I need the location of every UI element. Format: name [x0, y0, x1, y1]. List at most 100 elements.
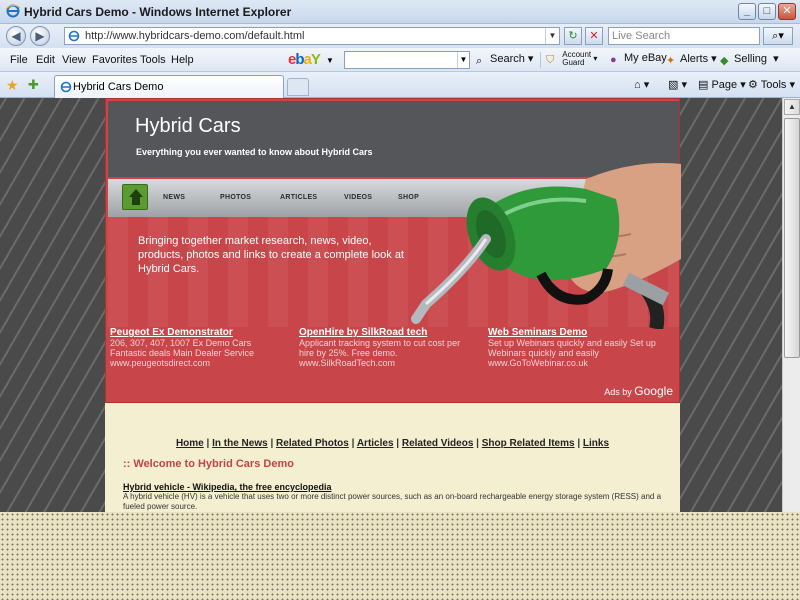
live-search-button[interactable]: ⌕▾ — [763, 27, 793, 45]
menu-favorites[interactable]: Favorites — [92, 54, 137, 66]
google-label: Google — [634, 384, 673, 398]
close-button[interactable]: ✕ — [778, 3, 796, 20]
page-menu-button[interactable]: ▤ Page ▾ — [698, 78, 746, 91]
nav-photos[interactable]: PHOTOS — [220, 194, 251, 201]
tab-label: Hybrid Cars Demo — [73, 81, 164, 93]
account-guard-button[interactable]: ⛉ Account Guard ▾ — [546, 51, 597, 67]
minimize-button[interactable]: _ — [738, 3, 756, 20]
tag-icon: ◆ — [720, 55, 729, 67]
ads-by-label: Ads by — [604, 387, 632, 397]
account-guard-label: Account Guard — [562, 50, 592, 67]
ad-title[interactable]: OpenHire by SilkRoad tech — [299, 327, 484, 338]
menu-file[interactable]: File — [10, 54, 28, 66]
back-button[interactable]: ◀ — [6, 26, 26, 46]
ebay-search-input[interactable]: ▼ — [344, 51, 470, 69]
gear-icon: ⚙ — [748, 79, 758, 91]
tab-bar: ★ ✚ Hybrid Cars Demo ⌂ ▾ ▧ ▾ ▤ Page ▾ ⚙ … — [0, 72, 800, 98]
link-home[interactable]: Home — [176, 438, 204, 449]
welcome-heading: :: Welcome to Hybrid Cars Demo — [123, 458, 294, 470]
selling-label: Selling — [734, 53, 768, 65]
link-shop-related-items[interactable]: Shop Related Items — [482, 438, 575, 449]
home-icon: ⌂ — [634, 79, 641, 91]
site-links-row: Home | In the News | Related Photos | Ar… — [175, 438, 610, 449]
forward-button[interactable]: ▶ — [30, 26, 50, 46]
feeds-button[interactable]: ▧ ▾ — [668, 78, 687, 91]
nav-articles[interactable]: ARTICLES — [280, 194, 317, 201]
dithered-overlay — [0, 512, 800, 600]
magnifier-icon: ⌕ — [476, 55, 483, 67]
article-title-link[interactable]: Hybrid vehicle - Wikipedia, the free enc… — [123, 482, 332, 492]
link-in-the-news[interactable]: In the News — [212, 438, 268, 449]
selling-button[interactable]: ◆ Selling ▾ — [720, 52, 779, 68]
stop-button[interactable]: ✕ — [585, 27, 603, 45]
toolbar-divider — [540, 52, 541, 68]
internet-explorer-icon — [6, 4, 20, 18]
maximize-button[interactable]: □ — [758, 3, 776, 20]
ad-text: Webinars quickly and easily — [488, 348, 599, 358]
tab-favicon-icon — [60, 81, 72, 93]
link-links[interactable]: Links — [583, 438, 609, 449]
alert-icon: ✦ — [666, 55, 676, 67]
refresh-icon: ↻ — [568, 30, 578, 42]
menu-tools[interactable]: Tools — [140, 54, 166, 66]
shield-icon: ⛉ — [546, 54, 555, 67]
fuel-pump-nozzle-icon — [411, 163, 681, 329]
ad-text: Fantastic deals Main Dealer Service — [110, 348, 255, 358]
alerts-label: Alerts — [680, 53, 709, 65]
ad-openhire[interactable]: OpenHire by SilkRoad tech Applicant trac… — [299, 327, 484, 368]
ad-web-seminars[interactable]: Web Seminars Demo Set up Webinars quickl… — [488, 327, 673, 368]
ebay-dropdown-icon[interactable]: ▼ — [326, 56, 334, 65]
address-dropdown-icon[interactable]: ▼ — [545, 28, 559, 44]
live-search-input[interactable]: Live Search — [608, 27, 760, 45]
ebay-logo-icon[interactable]: ebaY — [288, 51, 321, 68]
window-title: Hybrid Cars Demo - Windows Internet Expl… — [24, 5, 292, 19]
page-icon: ▤ — [698, 79, 709, 91]
stop-icon: ✕ — [589, 30, 599, 42]
link-related-photos[interactable]: Related Photos — [276, 438, 349, 449]
article-text: A hybrid vehicle (HV) is a vehicle that … — [123, 492, 662, 511]
ebay-input-dropdown-icon[interactable]: ▼ — [457, 52, 469, 68]
ad-text: 206, 307, 407, 1007 Ex Demo Cars — [110, 338, 252, 348]
scroll-thumb[interactable] — [784, 118, 800, 358]
refresh-button[interactable]: ↻ — [564, 27, 582, 45]
ads-by-google[interactable]: Ads by Google — [604, 384, 673, 398]
menu-view[interactable]: View — [62, 54, 86, 66]
ad-title[interactable]: Peugeot Ex Demonstrator — [110, 327, 295, 338]
add-favorites-icon[interactable]: ✚ — [28, 77, 39, 93]
ad-peugeot[interactable]: Peugeot Ex Demonstrator 206, 307, 407, 1… — [110, 327, 295, 368]
forward-arrow-icon: ▶ — [35, 29, 45, 43]
link-articles[interactable]: Articles — [357, 438, 394, 449]
tab-hybrid-cars-demo[interactable]: Hybrid Cars Demo — [54, 75, 284, 98]
ad-text: hire by 25%. Free demo. — [299, 348, 398, 358]
address-url[interactable]: http://www.hybridcars-demo.com/default.h… — [85, 30, 304, 42]
menu-edit[interactable]: Edit — [36, 54, 55, 66]
my-ebay-button[interactable]: ● My eBay — [610, 52, 667, 68]
ebay-search-label: Search — [490, 53, 525, 65]
ad-url[interactable]: www.GoToWebinar.co.uk — [488, 358, 673, 368]
window-title-bar: Hybrid Cars Demo - Windows Internet Expl… — [0, 0, 800, 24]
ad-url[interactable]: www.peugeotsdirect.com — [110, 358, 295, 368]
tools-menu-button[interactable]: ⚙ Tools ▾ — [748, 78, 795, 91]
alerts-button[interactable]: ✦ Alerts ▾ — [666, 52, 717, 68]
favorites-star-icon[interactable]: ★ — [6, 77, 19, 94]
back-arrow-icon: ◀ — [11, 29, 21, 43]
rss-feed-icon: ▧ — [668, 79, 679, 91]
scroll-up-icon[interactable]: ▲ — [784, 99, 800, 115]
ad-title[interactable]: Web Seminars Demo — [488, 327, 673, 338]
home-button[interactable]: ⌂ ▾ — [634, 78, 649, 91]
nav-news[interactable]: NEWS — [163, 194, 185, 201]
my-ebay-label: My eBay — [624, 52, 667, 64]
web-page: Hybrid Cars Everything you ever wanted t… — [105, 98, 681, 512]
site-home-icon[interactable] — [122, 184, 148, 210]
ad-url[interactable]: www.SilkRoadTech.com — [299, 358, 484, 368]
ebay-search-button[interactable]: ⌕ Search ▾ — [476, 52, 533, 68]
site-header: Hybrid Cars Everything you ever wanted t… — [105, 98, 681, 403]
magnifier-icon: ⌕▾ — [772, 30, 784, 42]
vertical-scrollbar[interactable]: ▲ — [782, 98, 800, 512]
new-tab-button[interactable] — [287, 78, 309, 96]
link-related-videos[interactable]: Related Videos — [402, 438, 474, 449]
tools-menu-label: Tools — [760, 79, 787, 91]
address-bar[interactable]: http://www.hybridcars-demo.com/default.h… — [64, 27, 560, 45]
page-menu-label: Page — [711, 79, 738, 91]
menu-help[interactable]: Help — [171, 54, 194, 66]
